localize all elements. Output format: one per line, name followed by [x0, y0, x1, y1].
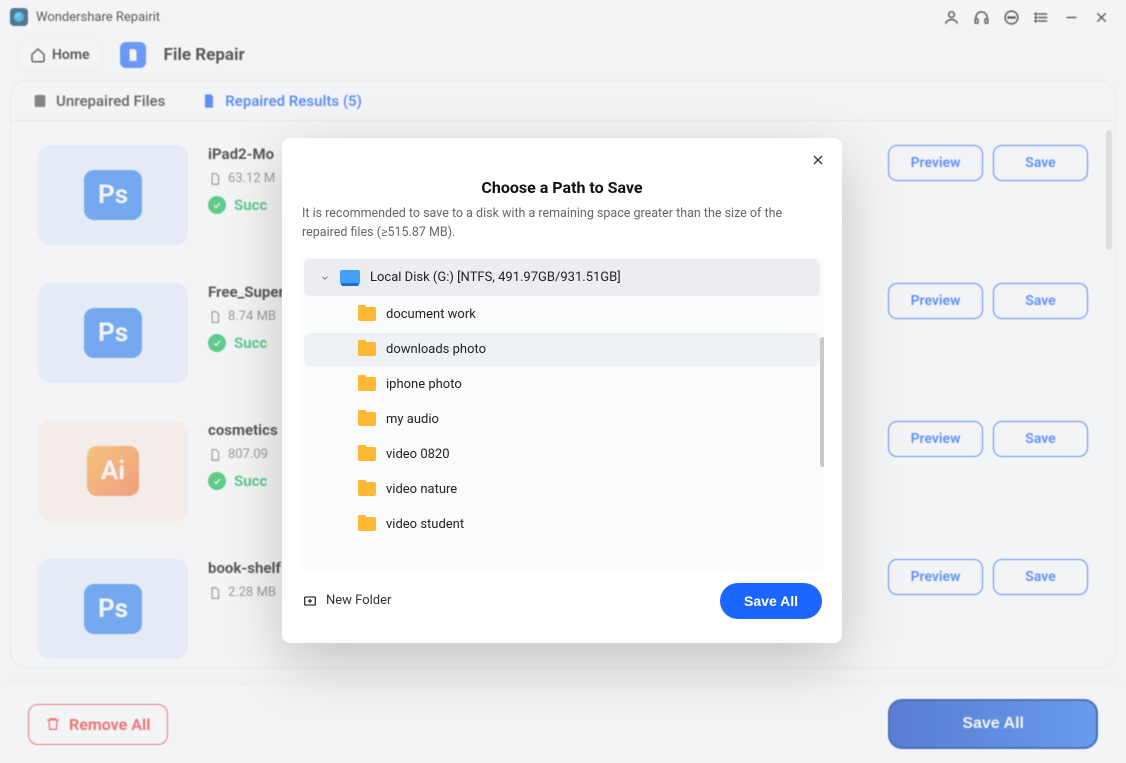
save-modal: Choose a Path to Save It is recommended … — [282, 138, 842, 643]
folder-icon — [358, 482, 376, 496]
folder-label: my audio — [386, 412, 439, 427]
modal-desc: It is recommended to save to a disk with… — [282, 197, 842, 243]
disk-icon — [340, 270, 360, 284]
disk-label: Local Disk (G:) [NTFS, 491.97GB/931.51GB… — [370, 270, 621, 285]
folder-icon — [358, 377, 376, 391]
tree-folder[interactable]: document work — [304, 298, 820, 331]
tree-folder[interactable]: my audio — [304, 403, 820, 436]
folder-label: video nature — [386, 482, 457, 497]
tree-folder[interactable]: downloads photo — [304, 333, 820, 366]
folder-label: iphone photo — [386, 377, 462, 392]
tree-scrollbar[interactable] — [820, 337, 824, 467]
tree-folder[interactable]: video student — [304, 508, 820, 541]
folder-icon — [358, 517, 376, 531]
folder-icon — [358, 342, 376, 356]
new-folder-button[interactable]: New Folder — [302, 593, 391, 609]
modal-close-icon[interactable] — [806, 148, 830, 176]
folder-label: document work — [386, 307, 476, 322]
modal-footer: New Folder Save All — [282, 571, 842, 631]
tree-folder[interactable]: video nature — [304, 473, 820, 506]
folder-label: video 0820 — [386, 447, 450, 462]
folder-icon — [358, 412, 376, 426]
tree-folder[interactable]: video 0820 — [304, 438, 820, 471]
tree-root-disk[interactable]: Local Disk (G:) [NTFS, 491.97GB/931.51GB… — [304, 259, 820, 296]
folder-label: downloads photo — [386, 342, 486, 357]
chevron-down-icon — [320, 268, 330, 287]
folder-label: video student — [386, 517, 464, 532]
tree-folder[interactable]: iphone photo — [304, 368, 820, 401]
modal-save-button[interactable]: Save All — [720, 583, 822, 619]
folder-icon — [358, 447, 376, 461]
modal-title: Choose a Path to Save — [282, 178, 842, 197]
new-folder-label: New Folder — [326, 593, 391, 608]
folder-icon — [358, 307, 376, 321]
folder-tree: Local Disk (G:) [NTFS, 491.97GB/931.51GB… — [300, 257, 824, 571]
